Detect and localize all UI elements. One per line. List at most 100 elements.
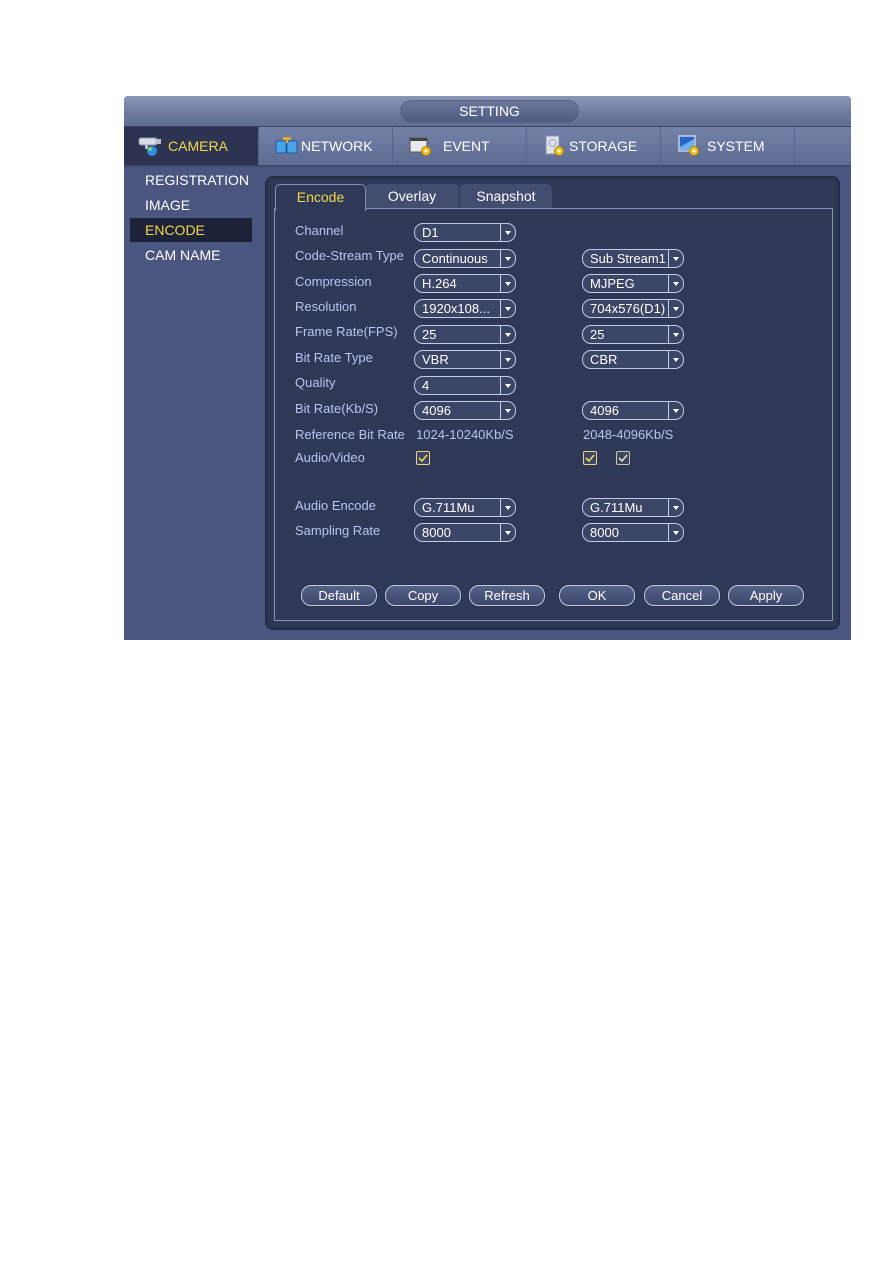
- chevron-down-icon: [500, 499, 515, 516]
- channel-label: Channel: [295, 223, 344, 238]
- audio-encode-sub-value: G.711Mu: [590, 500, 643, 515]
- bit-rate-type-sub-select[interactable]: CBR: [582, 350, 684, 369]
- audio-video-label: Audio/Video: [295, 450, 365, 465]
- nav-system-label: SYSTEM: [707, 138, 765, 154]
- top-navigation: CAMERA NETWORK EVENT STORAGE SYSTEM: [124, 127, 851, 167]
- sampling-rate-sub-value: 8000: [590, 525, 619, 540]
- system-icon: [677, 135, 701, 157]
- chevron-down-icon: [500, 224, 515, 241]
- checkmark-icon: [418, 454, 428, 463]
- default-button[interactable]: Default: [301, 585, 377, 606]
- tab-overlay[interactable]: Overlay: [365, 184, 459, 209]
- chevron-down-icon: [668, 250, 683, 267]
- channel-select[interactable]: D1: [414, 223, 516, 242]
- compression-label: Compression: [295, 274, 372, 289]
- compression-main-value: H.264: [422, 276, 457, 291]
- nav-storage[interactable]: STORAGE: [527, 127, 661, 165]
- chevron-down-icon: [668, 402, 683, 419]
- frame-rate-label: Frame Rate(FPS): [295, 324, 398, 339]
- code-stream-type-label: Code-Stream Type: [295, 248, 404, 263]
- title-bar: SETTING: [124, 96, 851, 127]
- camera-icon: [138, 135, 162, 157]
- chevron-down-icon: [668, 351, 683, 368]
- compression-sub-select[interactable]: MJPEG: [582, 274, 684, 293]
- event-icon: [409, 135, 433, 157]
- sidebar-item-image[interactable]: IMAGE: [130, 193, 252, 217]
- chevron-down-icon: [668, 300, 683, 317]
- chevron-down-icon: [668, 275, 683, 292]
- chevron-down-icon: [500, 326, 515, 343]
- storage-icon: [543, 135, 567, 157]
- cancel-button[interactable]: Cancel: [644, 585, 720, 606]
- sidebar-item-registration[interactable]: REGISTRATION: [130, 168, 252, 192]
- chevron-down-icon: [500, 524, 515, 541]
- chevron-down-icon: [500, 377, 515, 394]
- channel-value: D1: [422, 225, 439, 240]
- sampling-rate-main-select[interactable]: 8000: [414, 523, 516, 542]
- bit-rate-main-select[interactable]: 4096: [414, 401, 516, 420]
- bit-rate-type-label: Bit Rate Type: [295, 350, 373, 365]
- audio-video-sub-audio-checkbox[interactable]: [583, 451, 597, 465]
- tab-snapshot[interactable]: Snapshot: [460, 184, 552, 209]
- checkmark-icon: [585, 454, 595, 463]
- chevron-down-icon: [500, 275, 515, 292]
- sampling-rate-main-value: 8000: [422, 525, 451, 540]
- frame-rate-sub-value: 25: [590, 327, 605, 342]
- quality-select[interactable]: 4: [414, 376, 516, 395]
- bit-rate-type-sub-value: CBR: [590, 352, 618, 367]
- window-title: SETTING: [400, 100, 579, 123]
- frame-rate-main-select[interactable]: 25: [414, 325, 516, 344]
- nav-camera-label: CAMERA: [168, 138, 228, 154]
- code-stream-type-sub-value: Sub Stream1: [590, 251, 666, 266]
- ok-button[interactable]: OK: [559, 585, 635, 606]
- code-stream-type-main-select[interactable]: Continuous: [414, 249, 516, 268]
- nav-network[interactable]: NETWORK: [259, 127, 393, 165]
- quality-value: 4: [422, 378, 430, 393]
- audio-video-sub-video-checkbox[interactable]: [616, 451, 630, 465]
- sidebar-item-cam-name[interactable]: CAM NAME: [130, 243, 252, 267]
- sidebar: REGISTRATION IMAGE ENCODE CAM NAME: [124, 168, 259, 640]
- chevron-down-icon: [668, 524, 683, 541]
- refresh-button[interactable]: Refresh: [469, 585, 545, 606]
- apply-button[interactable]: Apply: [728, 585, 804, 606]
- nav-system[interactable]: SYSTEM: [661, 127, 795, 165]
- sidebar-item-encode[interactable]: ENCODE: [130, 218, 252, 242]
- audio-encode-sub-select[interactable]: G.711Mu: [582, 498, 684, 517]
- nav-event[interactable]: EVENT: [393, 127, 527, 165]
- reference-bit-rate-main: 1024-10240Kb/S: [416, 427, 514, 442]
- resolution-main-select[interactable]: 1920x108...: [414, 299, 516, 318]
- reference-bit-rate-sub: 2048-4096Kb/S: [583, 427, 674, 442]
- chevron-down-icon: [668, 499, 683, 516]
- bit-rate-sub-value: 4096: [590, 403, 619, 418]
- resolution-sub-value: 704x576(D1): [590, 301, 666, 316]
- network-icon: [275, 135, 299, 157]
- chevron-down-icon: [500, 402, 515, 419]
- chevron-down-icon: [668, 326, 683, 343]
- tab-encode[interactable]: Encode: [275, 184, 366, 211]
- copy-button[interactable]: Copy: [385, 585, 461, 606]
- encode-panel: Encode Overlay Snapshot Channel D1 Code-…: [265, 176, 840, 630]
- frame-rate-sub-select[interactable]: 25: [582, 325, 684, 344]
- resolution-sub-select[interactable]: 704x576(D1): [582, 299, 684, 318]
- settings-window: SETTING CAMERA NETWORK EVENT STORAGE SYS…: [124, 96, 851, 640]
- reference-bit-rate-label: Reference Bit Rate: [295, 427, 405, 442]
- sampling-rate-sub-select[interactable]: 8000: [582, 523, 684, 542]
- bit-rate-type-main-select[interactable]: VBR: [414, 350, 516, 369]
- compression-main-select[interactable]: H.264: [414, 274, 516, 293]
- bit-rate-sub-select[interactable]: 4096: [582, 401, 684, 420]
- bit-rate-label: Bit Rate(Kb/S): [295, 401, 379, 416]
- audio-encode-main-select[interactable]: G.711Mu: [414, 498, 516, 517]
- resolution-main-value: 1920x108...: [422, 301, 490, 316]
- resolution-label: Resolution: [295, 299, 357, 314]
- chevron-down-icon: [500, 300, 515, 317]
- compression-sub-value: MJPEG: [590, 276, 635, 291]
- quality-label: Quality: [295, 375, 336, 390]
- nav-network-label: NETWORK: [301, 138, 373, 154]
- code-stream-type-sub-select[interactable]: Sub Stream1: [582, 249, 684, 268]
- audio-video-main-checkbox[interactable]: [416, 451, 430, 465]
- bit-rate-type-main-value: VBR: [422, 352, 449, 367]
- sampling-rate-label: Sampling Rate: [295, 523, 381, 538]
- nav-event-label: EVENT: [443, 138, 490, 154]
- checkmark-icon: [618, 454, 628, 463]
- nav-camera[interactable]: CAMERA: [124, 127, 259, 165]
